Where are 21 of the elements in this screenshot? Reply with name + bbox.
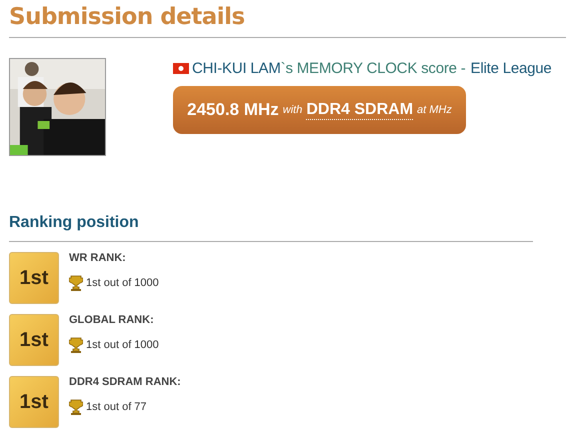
- rank-badge: 1st: [9, 252, 59, 304]
- flag-icon: [173, 63, 189, 74]
- league-link[interactable]: Elite League: [470, 60, 552, 77]
- score-category: `s MEMORY CLOCK score -: [280, 60, 466, 77]
- trophy-icon: [69, 275, 83, 291]
- with-text: with: [282, 104, 302, 116]
- rank-badge: 1st: [9, 314, 59, 366]
- score-value: 2450.8 MHz: [187, 100, 279, 120]
- rank-badge: 1st: [9, 376, 59, 428]
- rank-label: GLOBAL RANK:: [69, 314, 155, 326]
- page-title: Submission details: [9, 3, 246, 32]
- trophy-icon: [69, 399, 83, 415]
- rank-detail: 1st out of 1000: [86, 277, 159, 289]
- section-title: Ranking position: [9, 214, 140, 232]
- trophy-icon: [69, 337, 83, 353]
- rank-detail: 1st out of 77: [86, 401, 147, 413]
- rank-detail: 1st out of 1000: [86, 339, 159, 351]
- user-link[interactable]: CHI-KUI LAM: [192, 60, 281, 77]
- rank-label: DDR4 SDRAM RANK:: [69, 376, 181, 388]
- at-text: at MHz: [417, 104, 452, 116]
- rank-label: WR RANK:: [69, 252, 127, 264]
